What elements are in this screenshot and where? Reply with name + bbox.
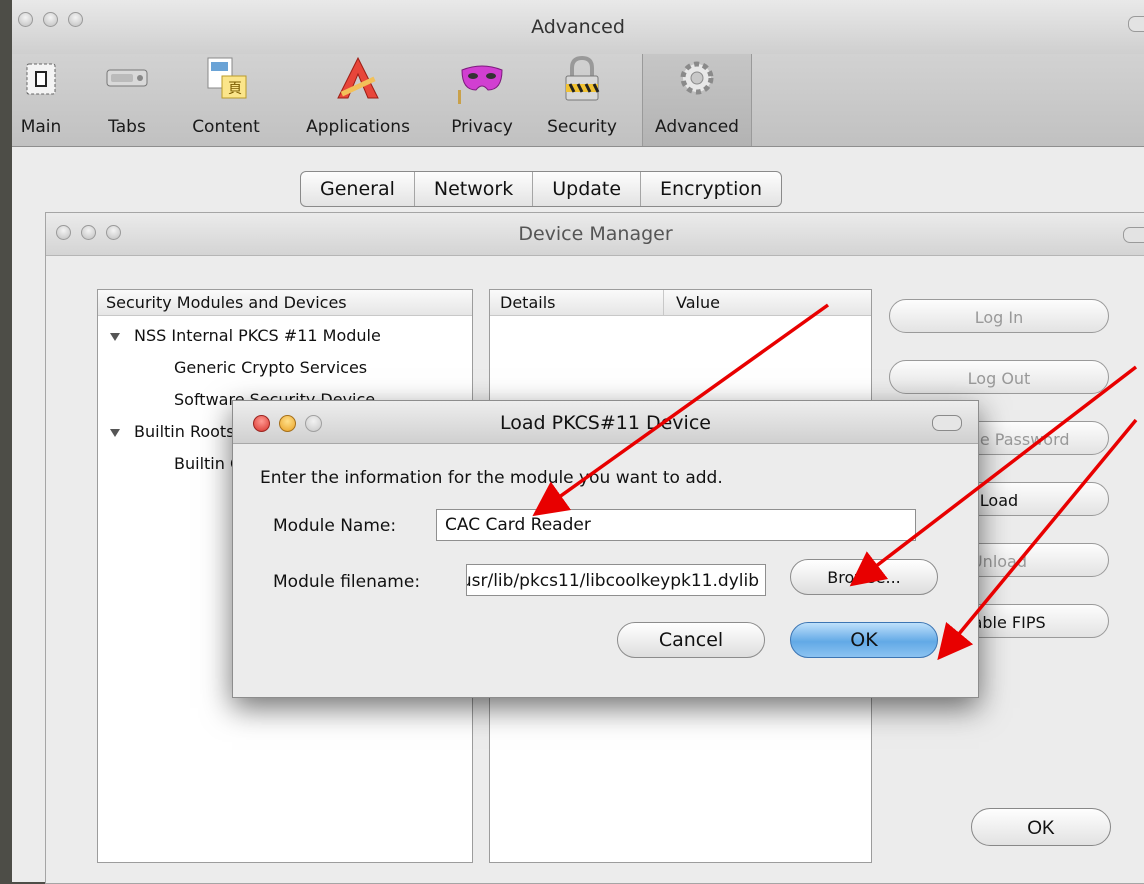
mask-icon — [458, 65, 503, 104]
disclosure-triangle-icon[interactable] — [110, 332, 120, 341]
dialog-toolbar-toggle[interactable] — [932, 415, 962, 431]
toolbar-applications-label: Applications — [306, 117, 410, 137]
module-name-input[interactable] — [436, 509, 916, 541]
switch-icon — [26, 63, 56, 95]
device-manager-title: Device Manager — [518, 223, 673, 245]
disclosure-triangle-icon[interactable] — [110, 428, 120, 437]
tree-item-generic-crypto[interactable]: Generic Crypto Services — [174, 358, 367, 377]
cancel-button[interactable]: Cancel — [617, 622, 765, 658]
device-manager-ok-button[interactable]: OK — [971, 808, 1111, 846]
toolbar-security-label: Security — [547, 117, 617, 137]
toolbar-advanced-label: Advanced — [655, 117, 739, 137]
toolbar-main[interactable]: Main — [16, 54, 66, 146]
module-filename-value: /usr/lib/pkcs11/libcoolkeypk11.dylib — [466, 571, 759, 591]
browse-button[interactable]: Browse... — [790, 559, 938, 595]
toolbar-content-label: Content — [192, 117, 260, 137]
tree-item-label: NSS Internal PKCS #11 Module — [134, 326, 381, 345]
padlock-icon — [565, 55, 600, 101]
toolbar-content[interactable]: 頁 Content — [183, 54, 269, 146]
load-pkcs11-dialog: Load PKCS#11 Device Enter the informatio… — [232, 400, 979, 698]
log-in-button[interactable]: Log In — [889, 299, 1109, 333]
gear-icon — [680, 61, 714, 95]
tab-network[interactable]: Network — [415, 172, 534, 206]
toolbar-tabs-label: Tabs — [108, 117, 146, 137]
dialog-ok-button[interactable]: OK — [790, 622, 938, 658]
toolbar-main-label: Main — [20, 117, 62, 137]
log-out-button[interactable]: Log Out — [889, 360, 1109, 394]
toolbar-advanced[interactable]: Advanced — [642, 54, 752, 146]
prefs-toolbar: Main Tabs 頁 Content Applications Privacy… — [12, 54, 1144, 147]
dialog-instructions: Enter the information for the module you… — [260, 468, 723, 488]
prefs-titlebar[interactable]: Advanced — [12, 0, 1144, 54]
tab-general[interactable]: General — [301, 172, 415, 206]
tree-item-nss-internal[interactable]: NSS Internal PKCS #11 Module — [110, 326, 381, 345]
toolbar-toggle-button[interactable] — [1128, 16, 1144, 32]
tab-update[interactable]: Update — [533, 172, 642, 206]
module-name-label: Module Name: — [273, 516, 397, 536]
dialog-titlebar[interactable]: Load PKCS#11 Device — [233, 401, 978, 444]
svg-text:頁: 頁 — [228, 81, 242, 97]
tabs-icon — [106, 69, 148, 87]
dm-toolbar-toggle[interactable] — [1123, 227, 1144, 243]
dialog-title: Load PKCS#11 Device — [500, 412, 711, 434]
content-icon: 頁 — [207, 57, 247, 99]
toolbar-applications[interactable]: Applications — [294, 54, 422, 146]
tab-encryption[interactable]: Encryption — [641, 172, 781, 206]
toolbar-privacy-label: Privacy — [451, 117, 513, 137]
tree-column-header[interactable]: Security Modules and Devices — [98, 290, 472, 316]
advanced-tab-bar: General Network Update Encryption — [300, 171, 783, 207]
applications-icon — [337, 56, 379, 99]
module-filename-input[interactable]: /usr/lib/pkcs11/libcoolkeypk11.dylib — [466, 564, 766, 596]
prefs-window-title: Advanced — [531, 16, 625, 38]
toolbar-tabs[interactable]: Tabs — [97, 54, 157, 146]
details-column-header[interactable]: Details — [490, 290, 664, 316]
module-filename-label: Module filename: — [273, 572, 421, 592]
value-column-header[interactable]: Value — [664, 290, 871, 316]
device-manager-titlebar[interactable]: Device Manager — [46, 213, 1144, 256]
toolbar-security[interactable]: Security — [537, 54, 627, 146]
toolbar-privacy[interactable]: Privacy — [442, 54, 522, 146]
